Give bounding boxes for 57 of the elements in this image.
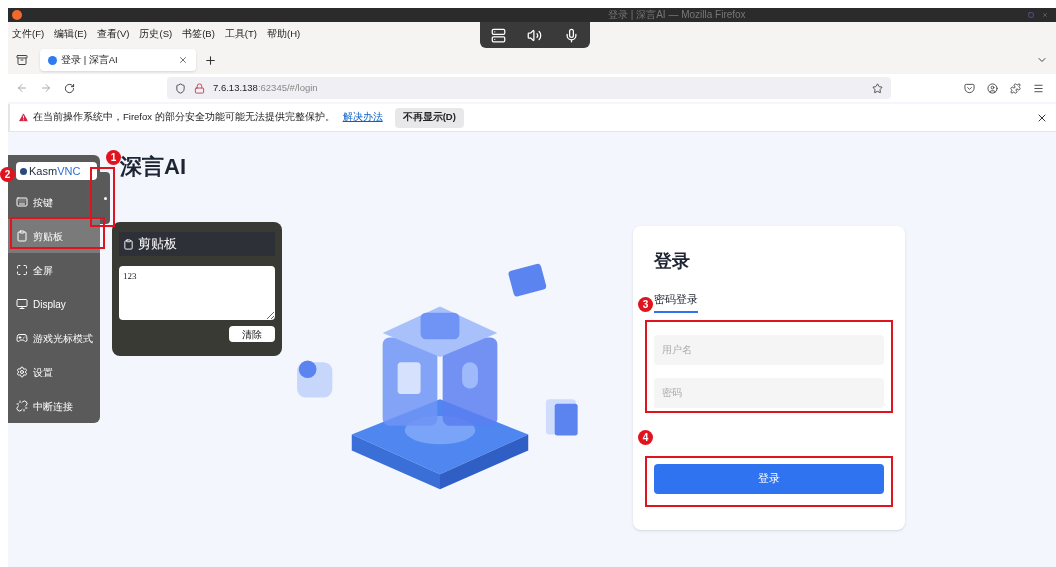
keyboard-icon — [16, 196, 28, 208]
tab-title: 登录 | 深言AI — [61, 52, 118, 67]
tab-overview-icon[interactable] — [16, 54, 28, 66]
login-heading: 登录 — [654, 250, 691, 273]
warning-icon — [18, 112, 29, 123]
bookmark-star-icon[interactable] — [872, 82, 883, 94]
menu-item[interactable]: 工具(T) — [224, 26, 257, 42]
fullscreen-icon — [16, 264, 28, 276]
new-tab-icon[interactable] — [204, 53, 217, 67]
server-icon[interactable] — [490, 27, 506, 43]
login-button[interactable]: 登录 — [654, 463, 884, 494]
clipboard-text-area[interactable]: 123 — [119, 266, 275, 320]
sidebar-item[interactable]: 剪贴板 — [8, 219, 100, 253]
menu-item[interactable]: 文件(F) — [12, 26, 45, 42]
sidebar-item[interactable]: 全屏 — [8, 253, 100, 287]
menu-item[interactable]: 帮助(H) — [266, 26, 301, 42]
speaker-icon[interactable] — [527, 27, 543, 43]
gamepad-icon — [16, 332, 28, 344]
notification-message: 在当前操作系统中，Firefox 的部分安全功能可能无法提供完整保护。 — [33, 110, 335, 125]
clipboard-icon — [123, 238, 134, 250]
pocket-icon[interactable] — [964, 82, 975, 94]
reload-icon[interactable] — [64, 82, 75, 94]
sidebar-item[interactable]: Display — [8, 287, 100, 321]
sidebar-item[interactable]: 按键 — [8, 185, 100, 219]
clipboard-icon — [16, 230, 28, 242]
dont-show-again-button[interactable]: 不再显示(D) — [394, 107, 464, 128]
extensions-icon[interactable] — [1010, 82, 1021, 94]
password-login-tab[interactable]: 密码登录 — [654, 291, 698, 313]
window-title: 登录 | 深言AI — Mozilla Firefox — [608, 9, 746, 21]
menu-item[interactable]: 查看(V) — [96, 26, 130, 42]
microphone-icon[interactable] — [564, 27, 580, 43]
sidebar-handle[interactable] — [100, 172, 110, 224]
clear-button[interactable]: 清除 — [229, 326, 275, 342]
login-input-field[interactable]: 密码 — [654, 377, 884, 408]
menu-item[interactable]: 书签(B) — [182, 26, 215, 42]
sidebar-item[interactable]: 中断连接 — [8, 389, 100, 423]
menu-icon[interactable] — [1033, 82, 1044, 94]
site-logo-icon — [48, 55, 57, 65]
address-bar[interactable]: 7.6.13.138:62345/#/login — [167, 77, 891, 99]
shield-icon — [175, 82, 186, 94]
menu-item[interactable]: 编辑(E) — [54, 26, 87, 42]
lock-icon — [194, 82, 205, 94]
menu-item[interactable]: 历史(S) — [139, 26, 173, 42]
kasm-logo-text: KasmVNC — [29, 163, 81, 179]
account-icon[interactable] — [987, 82, 998, 94]
sidebar-item[interactable]: 游戏光标模式 — [8, 321, 100, 355]
close-tab-icon[interactable] — [178, 55, 188, 65]
unlink-icon — [16, 400, 28, 412]
address-text: 7.6.13.138:62345/#/login — [213, 80, 318, 95]
monitor-icon — [16, 298, 28, 310]
login-input-field[interactable]: 用户名 — [654, 334, 884, 365]
sidebar-item[interactable]: 设置 — [8, 355, 100, 389]
settings-icon — [16, 366, 28, 378]
browser-tab[interactable]: 登录 | 深言AI — [40, 49, 196, 71]
site-title: 深言AI — [120, 154, 187, 180]
fix-link[interactable]: 解决办法 — [342, 110, 383, 125]
clipboard-title: 剪贴板 — [138, 235, 177, 254]
